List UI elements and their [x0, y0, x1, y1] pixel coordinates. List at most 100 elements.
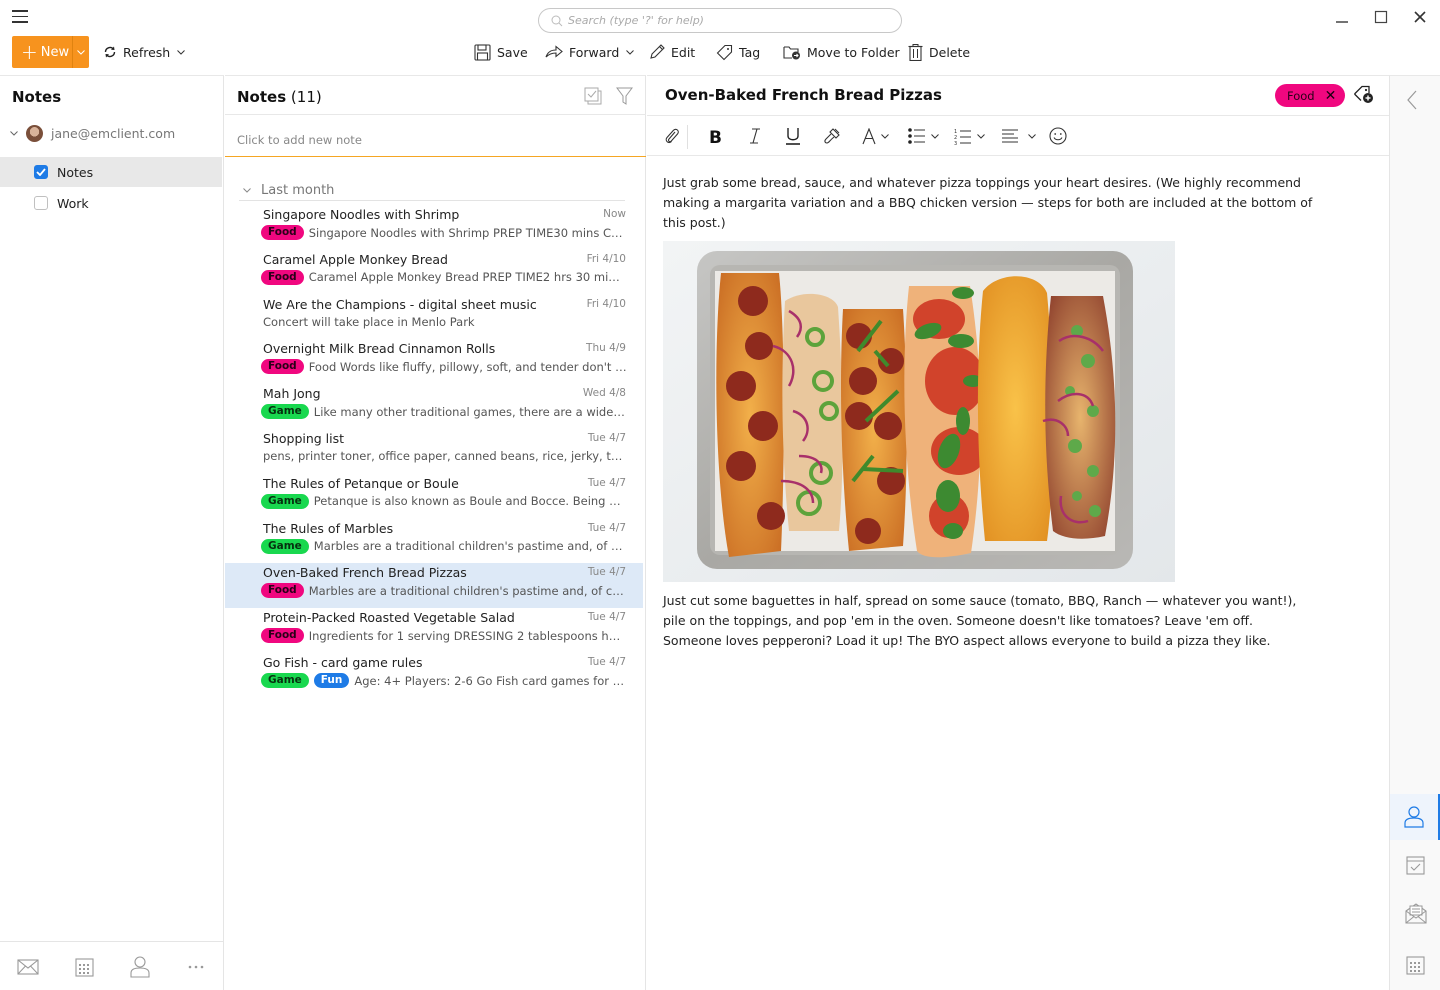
toolbar-divider	[687, 125, 688, 149]
save-button[interactable]: Save	[474, 36, 528, 68]
note-editor: Oven-Baked French Bread Pizzas Food ✕ B	[647, 75, 1389, 990]
group-header-last-month[interactable]: Last month	[239, 181, 625, 201]
note-item-title: The Rules of Petanque or Boule	[263, 475, 459, 491]
add-tag-button[interactable]	[1353, 84, 1375, 108]
tag-badge: Food	[261, 359, 304, 375]
note-list-item[interactable]: We Are the Champions - digital sheet mus…	[225, 295, 643, 340]
attach-button[interactable]	[664, 125, 680, 147]
tag-badge: Food	[261, 628, 304, 644]
note-list-item[interactable]: The Rules of Petanque or Boule Tue 4/7 Gam…	[225, 474, 643, 519]
note-list-item[interactable]: The Rules of Marbles Tue 4/7 Game Marbles a…	[225, 519, 643, 564]
note-item-date: Now	[603, 208, 626, 220]
filter-button[interactable]	[616, 87, 633, 109]
calendar-check-icon	[1406, 856, 1425, 875]
add-note-input[interactable]: Click to add new note	[225, 116, 646, 157]
delete-button[interactable]: Delete	[908, 36, 970, 68]
align-button[interactable]	[1001, 125, 1036, 147]
note-item-date: Tue 4/7	[587, 476, 626, 489]
format-painter-button[interactable]	[823, 125, 841, 147]
mail-icon	[17, 959, 39, 975]
chevron-down-icon	[1028, 133, 1036, 139]
forward-button[interactable]: Forward	[545, 36, 640, 68]
calendar-panel-button[interactable]	[1390, 942, 1440, 988]
menu-icon[interactable]	[12, 10, 28, 24]
agenda-panel-button[interactable]	[1390, 842, 1440, 888]
tag-badge: Game	[261, 493, 309, 509]
new-button[interactable]: + New	[12, 36, 73, 68]
bold-button[interactable]: B	[709, 125, 723, 147]
note-item-title: Shopping list	[263, 431, 345, 446]
contacts-nav-button[interactable]	[128, 956, 152, 978]
bullet-list-button[interactable]	[908, 125, 939, 147]
note-list-item[interactable]: Go Fish - card game rules Tue 4/7 Game Fun A…	[225, 653, 643, 698]
note-item-title: Go Fish - card game rules	[263, 655, 423, 670]
close-button[interactable]	[1402, 6, 1438, 28]
edit-button[interactable]: Edit	[649, 36, 695, 68]
note-list-item[interactable]: Protein-Packed Roasted Vegetable Salad Tu…	[225, 608, 643, 653]
person-icon	[130, 956, 150, 978]
remove-tag-icon[interactable]: ✕	[1325, 88, 1337, 104]
note-item-preview: Petanque is also known as Boule and Bocc…	[313, 494, 627, 509]
note-item-preview: Caramel Apple Monkey Bread PREP TIME2 hr…	[308, 270, 627, 285]
note-item-title: Caramel Apple Monkey Bread	[263, 251, 448, 267]
note-item-preview: Singapore Noodles with Shrimp PREP TIME3…	[308, 225, 627, 240]
select-mode-button[interactable]	[584, 87, 602, 109]
search-box[interactable]	[538, 8, 902, 33]
note-list-item[interactable]: Shopping list Tue 4/7 pens, printer toner,…	[225, 429, 643, 474]
folders-sidebar: Notes jane@emclient.com Notes Work	[0, 75, 224, 990]
notes-list-title-text: Notes	[237, 88, 287, 106]
note-list-item[interactable]: Caramel Apple Monkey Bread Fri 4/10 Food Ca…	[225, 250, 643, 295]
note-title[interactable]: Oven-Baked French Bread Pizzas	[665, 86, 942, 104]
calendar-nav-button[interactable]	[72, 956, 96, 978]
avatar	[26, 125, 43, 142]
folder-notes[interactable]: Notes	[0, 157, 222, 187]
note-tag-food[interactable]: Food ✕	[1275, 84, 1345, 107]
note-item-preview: Ingredients for 1 serving DRESSING 2 tab…	[308, 628, 627, 643]
edit-label: Edit	[671, 44, 696, 60]
new-dropdown-button[interactable]	[73, 36, 89, 68]
note-body[interactable]: Just grab some bread, sauce, and whateve…	[663, 173, 1313, 651]
tag-button[interactable]: Tag	[716, 36, 760, 68]
note-list-item[interactable]: Singapore Noodles with Shrimp Now Food Sing…	[225, 205, 643, 250]
account-node[interactable]: jane@emclient.com	[10, 125, 175, 142]
search-input[interactable]	[568, 14, 888, 27]
note-item-summary: Food Caramel Apple Monkey Bread PREP TIME…	[261, 269, 627, 285]
move-folder-icon	[783, 45, 800, 59]
emoji-button[interactable]	[1049, 125, 1067, 147]
note-item-preview: Age: 4+ Players: 2-6 Go Fish card games …	[354, 673, 627, 688]
italic-button[interactable]	[748, 125, 762, 147]
open-mail-icon	[1404, 903, 1427, 924]
folder-checkbox[interactable]	[34, 196, 48, 210]
svg-text:3: 3	[954, 141, 957, 145]
note-list-item[interactable]: Oven-Baked French Bread Pizzas Tue 4/7 Foo…	[225, 563, 643, 609]
note-item-summary: Game Marbles are a traditional children's…	[261, 538, 627, 554]
note-item-summary: Food Ingredients for 1 serving DRESSING 2…	[261, 628, 627, 644]
mail-nav-button[interactable]	[16, 956, 40, 978]
right-sidebar	[1389, 75, 1440, 990]
note-item-summary: Food Food Words like fluffy, pillowy, sof…	[261, 359, 627, 375]
refresh-button[interactable]: Refresh	[103, 36, 191, 68]
notes-list-title: Notes (11)	[237, 88, 322, 106]
maximize-button[interactable]	[1363, 6, 1399, 28]
note-list-item[interactable]: Overnight Milk Bread Cinnamon Rolls Thu 4…	[225, 339, 643, 384]
filter-icon	[616, 87, 633, 105]
folder-checkbox[interactable]	[34, 165, 48, 179]
note-item-preview: Like many other traditional games, there…	[313, 404, 627, 419]
note-item-date: Fri 4/10	[586, 297, 626, 310]
chevron-down-icon	[626, 49, 635, 55]
app-window: +New Refresh Save Forward Edit Tag	[0, 0, 1440, 990]
move-to-folder-button[interactable]: Move to Folder	[783, 36, 900, 68]
underline-button[interactable]	[785, 125, 801, 147]
numbered-list-button[interactable]: 123	[954, 125, 985, 147]
more-nav-button[interactable]	[184, 956, 208, 978]
minimize-button[interactable]	[1324, 6, 1360, 28]
communication-panel-button[interactable]	[1390, 890, 1440, 936]
font-color-button[interactable]	[862, 125, 889, 147]
svg-text:B: B	[709, 128, 722, 144]
module-switcher	[0, 941, 223, 990]
collapse-sidebar-button[interactable]	[1407, 90, 1417, 114]
note-list-item[interactable]: Mah Jong Wed 4/8 Game Like many other tradi…	[225, 384, 643, 429]
contact-details-panel-button[interactable]	[1390, 794, 1440, 840]
folder-work[interactable]: Work	[0, 188, 222, 218]
chevron-down-icon	[10, 131, 18, 136]
